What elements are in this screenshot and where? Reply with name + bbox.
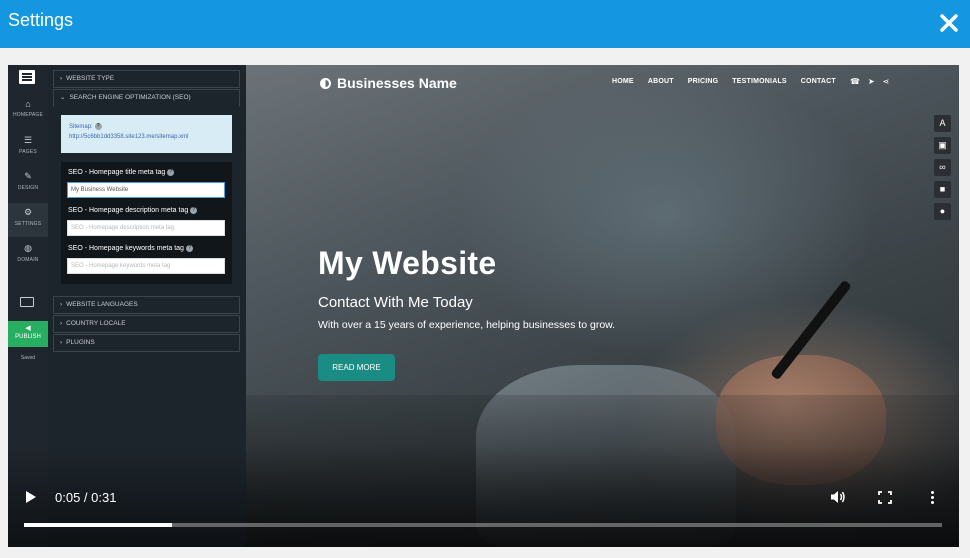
help-icon[interactable]: ? [167,169,175,176]
section-label: SEARCH ENGINE OPTIMIZATION (SEO) [69,94,191,101]
editor-toolbar: A ▣ ∞ ■ ● [934,115,951,220]
sidebar-item-label: SETTINGS [14,221,42,227]
sidebar-item-label: PAGES [19,149,37,155]
chevron-right-icon: › [60,75,63,82]
help-icon[interactable]: ? [185,245,193,252]
section-website-languages[interactable]: › WEBSITE LANGUAGES [53,296,240,314]
sitemap-label: Sitemap: [69,124,93,130]
phone-icon[interactable]: ☎ [850,77,860,86]
chevron-right-icon: › [60,339,63,346]
sidebar-item-label: DOMAIN [17,257,39,263]
read-more-button[interactable]: READ MORE [318,354,395,381]
sitemap-url[interactable]: http://5c6bb1dd3358.site123.me/sitemap.x… [69,132,224,142]
nav-link-testimonials[interactable]: TESTIMONIALS [732,78,787,85]
pages-icon: ☰ [23,135,33,145]
description-meta-label: SEO - Homepage description meta tag? [68,207,198,214]
sidebar-item-domain[interactable]: ◍ DOMAIN [8,239,48,273]
keywords-meta-label: SEO - Homepage keywords meta tag? [68,245,193,252]
saved-status: Saved [20,355,36,361]
video-progress-bar[interactable] [24,523,942,527]
sidebar-item-design[interactable]: ✎ DESIGN [8,167,48,201]
help-icon[interactable]: ? [94,123,102,130]
nav-link-about[interactable]: ABOUT [648,78,674,85]
label-text: SEO - Homepage keywords meta tag [68,245,184,252]
play-icon[interactable] [26,491,36,503]
chevron-right-icon: › [60,320,63,327]
site-nav-icons: ☎ ➤ ⋖ [850,77,889,86]
image-icon[interactable]: ▣ [934,137,951,154]
monitor-icon[interactable] [20,297,34,307]
section-label: PLUGINS [66,339,95,346]
video-progress-fill [24,523,172,527]
chevron-down-icon: ⌄ [60,94,66,101]
label-text: SEO - Homepage title meta tag [68,169,166,176]
fullscreen-icon[interactable] [878,491,892,504]
title-meta-input[interactable]: My Business Website [67,182,225,198]
home-icon: ⌂ [25,99,31,109]
hero-description: With over a 15 years of experience, help… [318,319,616,331]
nav-link-contact[interactable]: CONTACT [801,78,836,85]
section-label: COUNTRY LOCALE [66,320,126,327]
site-nav-links: HOME ABOUT PRICING TESTIMONIALS CONTACT [612,78,836,85]
more-options-icon[interactable] [931,491,935,505]
volume-icon[interactable] [830,490,846,504]
video-icon[interactable]: ■ [934,181,951,198]
publish-button[interactable]: ◀ PUBLISH [8,321,48,347]
help-icon[interactable]: ? [190,207,198,214]
globe-icon: ◍ [24,243,32,253]
time-display: 0:05 / 0:31 [55,490,117,505]
section-website-type[interactable]: › WEBSITE TYPE [53,70,240,88]
send-icon[interactable]: ➤ [868,77,875,86]
gear-icon: ⚙ [23,207,33,217]
sidebar-item-settings[interactable]: ⚙ SETTINGS [8,203,48,237]
section-seo[interactable]: ⌄ SEARCH ENGINE OPTIMIZATION (SEO) [53,89,240,107]
keywords-meta-input[interactable]: SEO - Homepage keywords meta tag [67,258,225,274]
share-icon[interactable]: ⋖ [883,77,890,86]
hero-subtitle: Contact With Me Today [318,294,473,311]
title-meta-label: SEO - Homepage title meta tag? [68,169,175,176]
link-icon[interactable]: ∞ [934,159,951,176]
megaphone-icon: ◀ [25,325,31,332]
hero-title: My Website [318,245,497,281]
seo-fields: SEO - Homepage title meta tag? My Busine… [61,162,232,284]
label-text: SEO - Homepage description meta tag [68,207,189,214]
settings-title-bar: Settings [0,0,970,48]
menu-icon[interactable] [19,70,35,84]
palette-icon[interactable]: ● [934,203,951,220]
window-title: Settings [8,10,74,30]
close-icon[interactable] [938,12,960,34]
section-label: WEBSITE LANGUAGES [66,301,138,308]
section-label: WEBSITE TYPE [66,75,115,82]
sidebar-item-pages[interactable]: ☰ PAGES [8,131,48,165]
logo-icon [320,77,331,89]
sidebar-item-homepage[interactable]: ⌂ HOMEPAGE [8,95,48,129]
brand-name: Businesses Name [337,75,457,91]
chevron-right-icon: › [60,301,63,308]
brush-icon: ✎ [24,171,32,181]
sidebar-item-label: HOMEPAGE [12,112,44,118]
section-country-locale[interactable]: › COUNTRY LOCALE [53,315,240,333]
sidebar-item-label: DESIGN [17,185,39,191]
site-navbar: Businesses Name HOME ABOUT PRICING TESTI… [246,65,959,101]
text-icon[interactable]: A [934,115,951,132]
description-meta-input[interactable]: SEO - Homepage description meta tag [67,220,225,236]
nav-link-pricing[interactable]: PRICING [688,78,719,85]
controls-overlay [8,445,959,547]
publish-label: PUBLISH [15,334,41,340]
site-brand[interactable]: Businesses Name [320,75,457,91]
hero-text: My Website Contact With Me Today With ov… [318,245,615,331]
nav-link-home[interactable]: HOME [612,78,634,85]
section-plugins[interactable]: › PLUGINS [53,334,240,352]
video-player[interactable]: Businesses Name HOME ABOUT PRICING TESTI… [8,65,959,547]
sitemap-info: Sitemap:? http://5c6bb1dd3358.site123.me… [61,115,232,153]
